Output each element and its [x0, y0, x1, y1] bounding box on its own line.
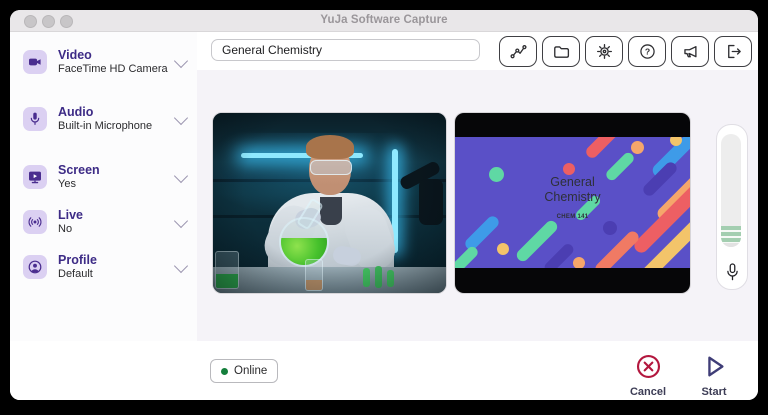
chevron-down-icon[interactable]	[173, 213, 189, 229]
sidebar-item-value: Yes	[58, 178, 76, 190]
start-play-icon	[701, 353, 728, 383]
announcements-button[interactable]	[671, 36, 709, 67]
analytics-button[interactable]	[499, 36, 537, 67]
window-title: YuJa Software Capture	[320, 14, 448, 26]
broadcast-icon	[23, 210, 47, 234]
audio-level-meter	[716, 124, 748, 290]
sidebar-item-value: Default	[58, 268, 93, 280]
sidebar-item-video[interactable]: Video FaceTime HD Camera	[20, 48, 189, 92]
slide-title-line1: General	[550, 175, 595, 189]
screen-play-icon	[23, 165, 47, 189]
cancel-label: Cancel	[629, 386, 667, 398]
preview-stage: General Chemistry CHEM 141	[197, 70, 758, 342]
sidebar-item-value: FaceTime HD Camera	[58, 63, 168, 75]
sidebar-item-label: Audio	[58, 105, 94, 119]
slide-shape	[542, 241, 576, 268]
slide-text-block: General Chemistry CHEM 141	[455, 175, 690, 220]
slide-shape	[583, 137, 627, 161]
profile-icon	[23, 255, 47, 279]
sidebar-item-audio[interactable]: Audio Built-in Microphone	[20, 105, 189, 149]
sidebar-item-value: Built-in Microphone	[58, 120, 153, 132]
start-button[interactable]: Start	[686, 353, 742, 398]
topbar: ?	[197, 32, 758, 70]
cancel-button[interactable]: Cancel	[620, 353, 676, 398]
online-status-label: Online	[234, 365, 268, 377]
folder-button[interactable]	[542, 36, 580, 67]
sidebar-item-label: Video	[58, 48, 92, 62]
start-label: Start	[701, 386, 727, 398]
logout-button[interactable]	[714, 36, 752, 67]
audio-level-base	[721, 243, 741, 247]
sidebar-item-label: Live	[58, 208, 84, 222]
sidebar-item-label: Profile	[58, 253, 97, 267]
chevron-down-icon[interactable]	[173, 110, 189, 126]
microphone-icon	[23, 107, 47, 131]
footer: Online Cancel Start	[10, 341, 758, 400]
online-status-badge: Online	[210, 359, 279, 383]
slide-shape	[631, 141, 644, 154]
slide-title-line2: Chemistry	[544, 190, 601, 204]
chevron-down-icon[interactable]	[173, 258, 189, 274]
slide-shape	[573, 257, 585, 268]
svg-text:?: ?	[644, 47, 649, 57]
vignette-overlay	[213, 113, 446, 293]
app-window: YuJa Software Capture Video FaceTime HD …	[10, 10, 758, 400]
screen-preview-slide: General Chemistry CHEM 141	[455, 137, 690, 268]
sidebar-item-live[interactable]: Live No	[20, 208, 189, 252]
chevron-down-icon[interactable]	[173, 168, 189, 184]
sidebar-item-value: No	[58, 223, 73, 235]
microphone-level-icon	[717, 262, 747, 283]
slide-shape	[455, 244, 480, 268]
screen-preview: General Chemistry CHEM 141	[455, 113, 690, 293]
sidebar-item-label: Screen	[58, 163, 100, 177]
audio-level-track	[721, 134, 741, 247]
settings-button[interactable]	[585, 36, 623, 67]
cancel-icon	[635, 353, 662, 383]
sidebar-item-profile[interactable]: Profile Default	[20, 253, 189, 297]
camera-preview	[213, 113, 446, 293]
titlebar: YuJa Software Capture	[10, 10, 758, 32]
slide-shape	[603, 221, 617, 235]
toolbar: ?	[499, 36, 752, 67]
camera-icon	[23, 50, 47, 74]
slide-shape	[497, 243, 509, 255]
session-title-input[interactable]	[211, 39, 480, 61]
chevron-down-icon[interactable]	[173, 53, 189, 69]
help-button[interactable]: ?	[628, 36, 666, 67]
sidebar-item-screen[interactable]: Screen Yes	[20, 163, 189, 207]
online-status-dot	[221, 367, 228, 375]
slide-shape	[563, 163, 575, 175]
audio-level-fill	[721, 226, 741, 243]
slide-subtitle: CHEM 141	[556, 214, 589, 220]
